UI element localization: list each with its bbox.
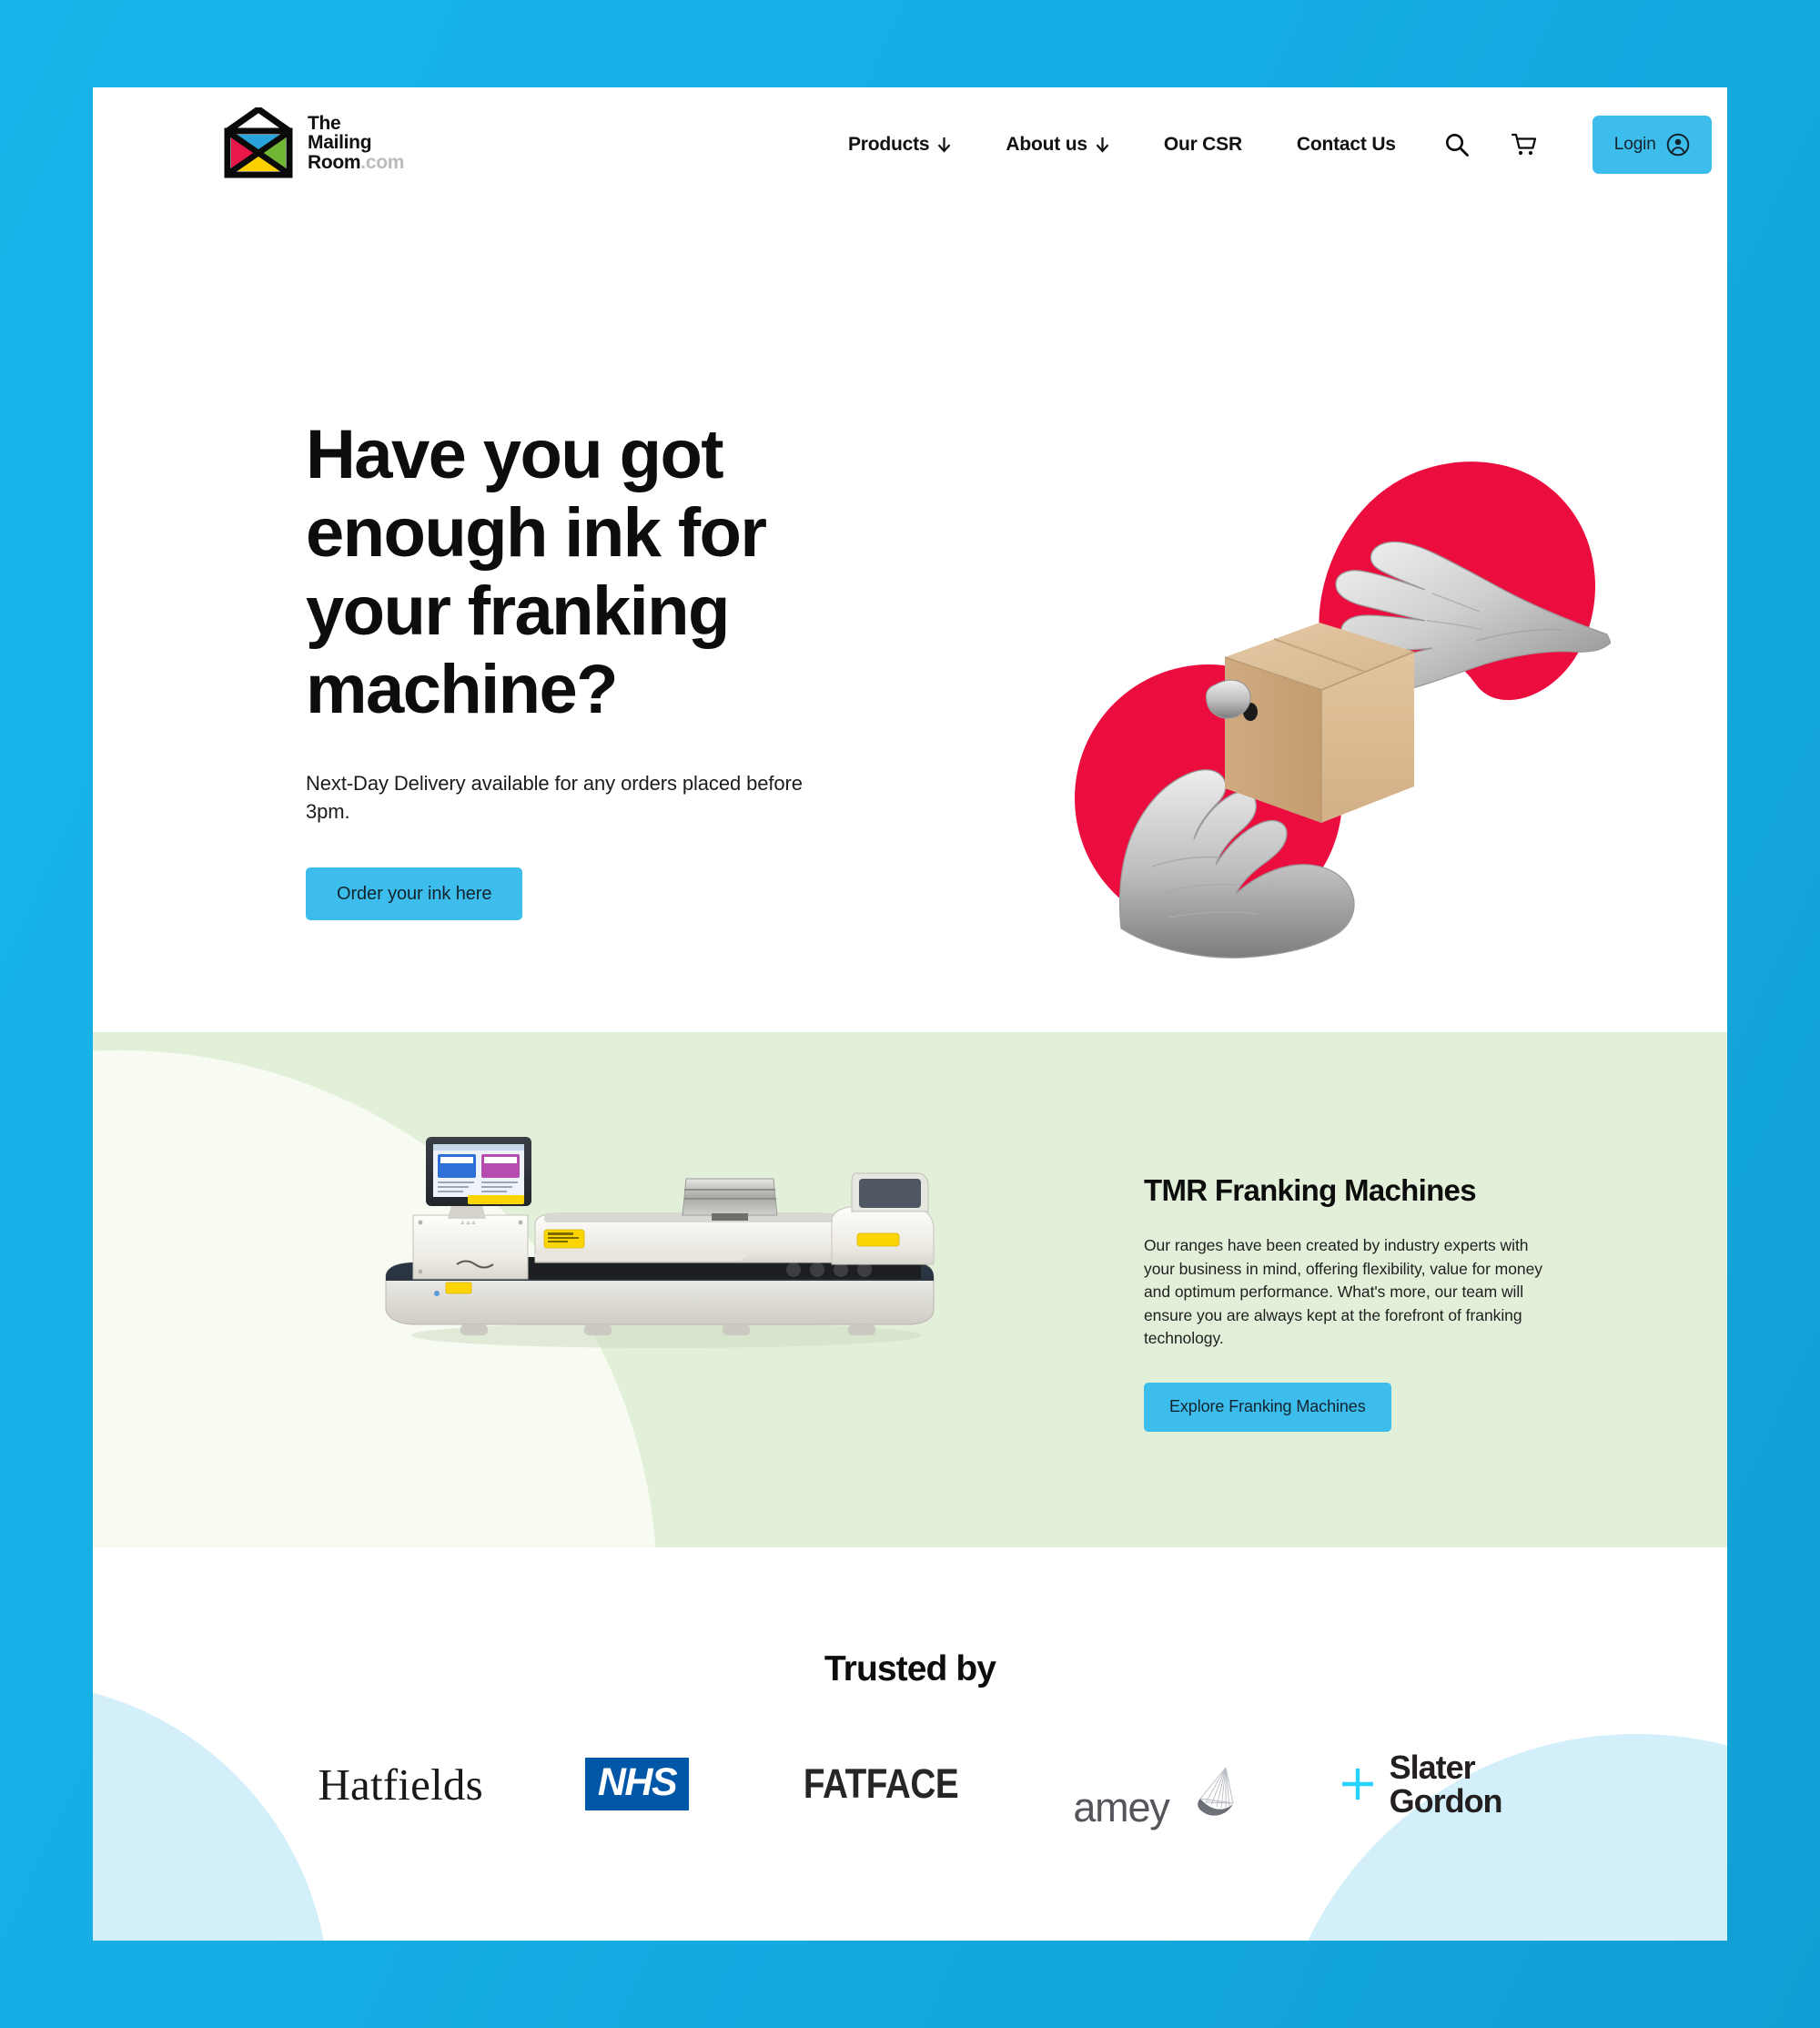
franking-machine-image: ⚠ ⚠ ⚠ (366, 1100, 948, 1355)
slater-gordon-wordmark: Slater Gordon (1389, 1749, 1503, 1820)
amey-wordmark: amey (1073, 1784, 1169, 1830)
fatface-wordmark: FATFACE (804, 1760, 959, 1807)
amey-swoosh-icon (1197, 1767, 1234, 1816)
shopping-cart-icon (1511, 133, 1536, 156)
franking-title: TMR Franking Machines (1144, 1173, 1477, 1207)
nav-item-our-csr[interactable]: Our CSR (1137, 134, 1269, 156)
trusted-by-section: Trusted by Hatfields NHS FATFACE amey Sl… (93, 1547, 1727, 1941)
nav-item-contact-us[interactable]: Contact Us (1269, 134, 1423, 156)
login-button[interactable]: Login (1592, 116, 1712, 174)
account-circle-icon (1666, 133, 1690, 157)
cart-button[interactable] (1491, 131, 1558, 158)
client-logo-row: Hatfields NHS FATFACE amey Slater Gordon (93, 1740, 1727, 1828)
franking-machines-section: ⚠ ⚠ ⚠ TMR Franking Machines Our ranges h… (93, 1032, 1727, 1547)
logo-line-3: Room (308, 151, 361, 173)
nav-item-label: About us (1006, 134, 1087, 155)
hero-title: Have you got enough ink for your frankin… (306, 416, 767, 728)
client-logo-amey: amey (1073, 1740, 1234, 1828)
search-button[interactable] (1423, 131, 1491, 158)
arrow-down-icon (938, 137, 951, 153)
nav-item-label: Our CSR (1163, 134, 1242, 155)
envelope-logo-icon (224, 107, 293, 178)
nav-item-products[interactable]: Products (821, 134, 978, 156)
franking-copy: TMR Franking Machines Our ranges have be… (1144, 1173, 1544, 1432)
hands-box-illustration (1075, 461, 1611, 958)
nav-item-label: Contact Us (1296, 134, 1396, 155)
hatfields-wordmark: Hatfields (318, 1759, 483, 1810)
nav-item-label: Products (848, 134, 930, 155)
client-logo-hatfields: Hatfields (318, 1740, 482, 1828)
search-icon (1445, 134, 1469, 157)
logo-line-1: The (308, 112, 341, 134)
page-card: The Mailing Room.com Products About us O… (93, 87, 1727, 1941)
client-logo-nhs: NHS (584, 1740, 690, 1828)
trusted-by-title: Trusted by (824, 1649, 996, 1688)
hero-section: Have you got enough ink for your frankin… (93, 202, 1727, 1032)
site-logo[interactable]: The Mailing Room.com (220, 107, 404, 178)
client-logo-slater-gordon: Slater Gordon (1337, 1740, 1503, 1828)
nav-item-about-us[interactable]: About us (978, 134, 1136, 156)
login-button-label: Login (1613, 135, 1656, 154)
order-ink-button[interactable]: Order your ink here (306, 867, 523, 920)
logo-dotcom: .com (360, 151, 405, 173)
explore-franking-machines-button[interactable]: Explore Franking Machines (1144, 1382, 1391, 1432)
franking-body: Our ranges have been created by industry… (1144, 1236, 1542, 1347)
main-navigation: Products About us Our CSR Contact Us Log… (821, 87, 1712, 202)
gordon-line: Gordon (1389, 1782, 1503, 1820)
logo-wordmark: The Mailing Room.com (308, 114, 404, 173)
svg-text:⚠ ⚠ ⚠: ⚠ ⚠ ⚠ (460, 1221, 476, 1226)
plus-icon (1341, 1769, 1373, 1800)
logo-line-2: Mailing (308, 132, 372, 154)
hero-copy: Have you got enough ink for your frankin… (306, 416, 906, 920)
site-header: The Mailing Room.com Products About us O… (93, 87, 1727, 202)
nhs-wordmark: NHS (584, 1758, 690, 1810)
client-logo-fatface: FATFACE (791, 1740, 971, 1828)
arrow-down-icon (1096, 137, 1109, 153)
hero-artwork (1065, 411, 1611, 976)
franking-machine-illustration: ⚠ ⚠ ⚠ (385, 1137, 935, 1348)
hero-subtitle: Next-Day Delivery available for any orde… (306, 772, 803, 823)
slater-line: Slater (1389, 1749, 1476, 1786)
